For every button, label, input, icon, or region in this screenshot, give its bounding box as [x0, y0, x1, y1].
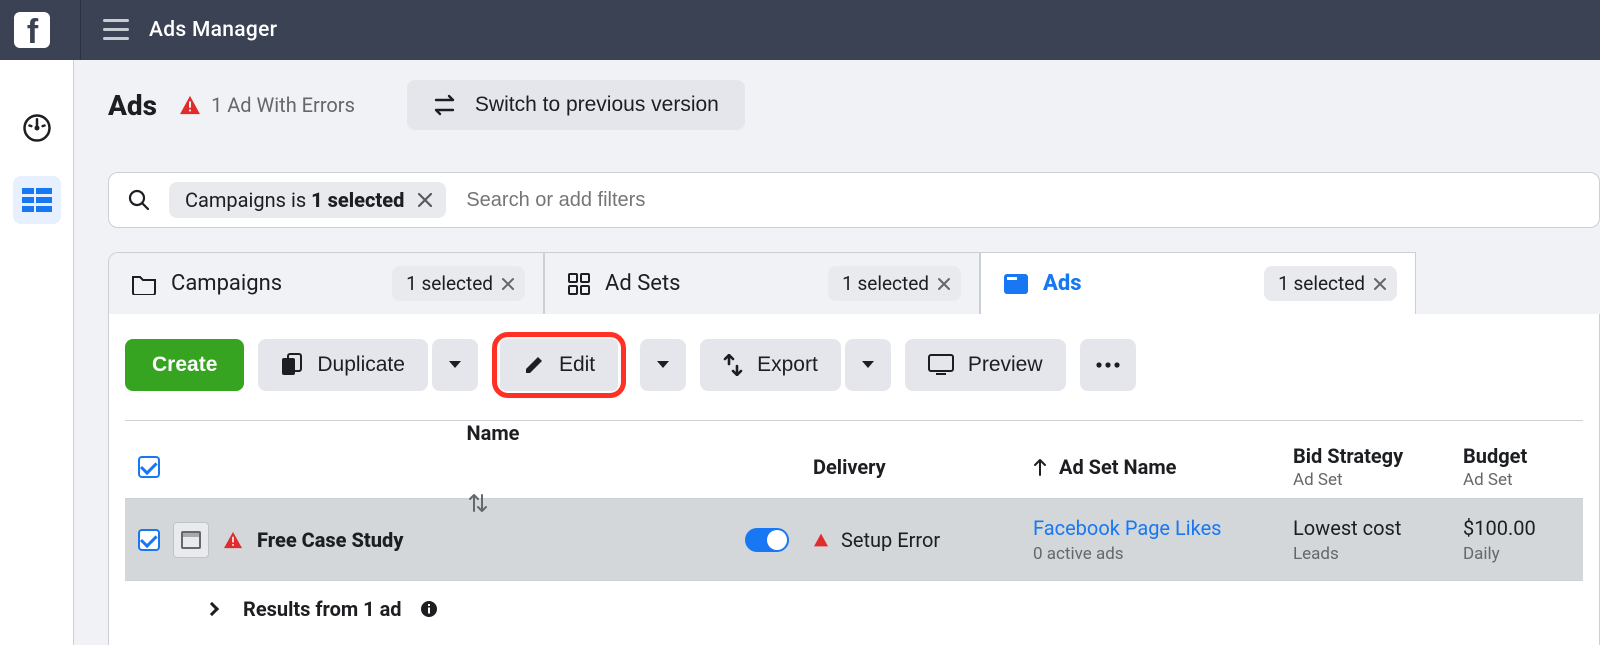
tab-ads[interactable]: Ads 1 selected — [980, 252, 1416, 314]
rail-ads-table-icon[interactable] — [13, 176, 61, 224]
toolbar-wrap: Create Duplicate Edit — [108, 314, 1600, 645]
chevron-down-icon — [448, 360, 462, 370]
export-icon — [723, 354, 743, 376]
ads-table: Name Delivery Ad Set Name Bid StrategyAd… — [125, 420, 1583, 637]
search-bar: Campaigns is 1 selected — [108, 172, 1600, 228]
row-name: Free Case Study — [257, 528, 403, 552]
ad-icon — [1003, 273, 1029, 295]
active-filter-pill[interactable]: Campaigns is 1 selected — [169, 182, 446, 218]
error-text: 1 Ad With Errors — [211, 93, 355, 117]
col-bid[interactable]: Bid Strategy — [1293, 444, 1463, 468]
page-header: Ads 1 Ad With Errors Switch to previous … — [108, 80, 1600, 130]
facebook-logo-icon[interactable] — [14, 12, 50, 48]
chevron-right-icon[interactable] — [205, 602, 219, 616]
top-navbar: Ads Manager — [0, 0, 1600, 60]
row-preview-icon[interactable] — [173, 522, 209, 558]
folder-icon — [131, 273, 157, 295]
edit-button[interactable]: Edit — [500, 339, 618, 391]
left-rail — [0, 60, 74, 645]
tab-label: Ad Sets — [605, 271, 681, 296]
close-icon[interactable] — [416, 191, 434, 209]
preview-icon — [928, 354, 954, 376]
col-budget[interactable]: Budget — [1463, 444, 1600, 468]
switch-version-label: Switch to previous version — [475, 93, 719, 117]
tabs-row: Campaigns 1 selected Ad Sets 1 selected — [108, 252, 1600, 314]
arrow-up-icon[interactable] — [1033, 458, 1047, 476]
pencil-icon — [523, 354, 545, 376]
product-title[interactable]: Ads Manager — [149, 18, 277, 42]
col-delivery[interactable]: Delivery — [813, 455, 1033, 479]
rail-overview-icon[interactable] — [13, 104, 61, 152]
close-icon[interactable] — [937, 277, 951, 291]
preview-button[interactable]: Preview — [905, 339, 1066, 391]
tab-campaigns[interactable]: Campaigns 1 selected — [108, 252, 544, 314]
warning-icon — [179, 95, 201, 115]
main-content: Ads 1 Ad With Errors Switch to previous … — [74, 60, 1600, 645]
filter-value: 1 selected — [311, 188, 404, 212]
summary-row: Results from 1 ad — — [125, 581, 1583, 637]
col-name[interactable]: Name — [467, 421, 520, 445]
export-button[interactable]: Export — [700, 339, 841, 391]
row-adset-link[interactable]: Facebook Page Likes — [1033, 516, 1222, 540]
tab-adsets[interactable]: Ad Sets 1 selected — [544, 252, 980, 314]
chevron-down-icon — [656, 360, 670, 370]
edit-dropdown-button[interactable] — [640, 339, 686, 391]
info-icon[interactable] — [420, 600, 438, 618]
tab-selection-pill[interactable]: 1 selected — [1264, 266, 1397, 301]
row-budget: $100.00 — [1463, 516, 1536, 540]
duplicate-dropdown-button[interactable] — [432, 339, 478, 391]
edit-button-highlight: Edit — [492, 332, 626, 398]
ellipsis-icon — [1096, 362, 1120, 368]
export-dropdown-button[interactable] — [845, 339, 891, 391]
filter-prefix: Campaigns is — [185, 188, 311, 212]
close-icon[interactable] — [501, 277, 515, 291]
summary-text: Results from 1 ad — [243, 597, 402, 621]
page-title: Ads — [108, 89, 157, 122]
more-actions-button[interactable] — [1080, 339, 1136, 391]
grid-icon — [567, 272, 591, 296]
swap-icon — [433, 94, 459, 116]
warning-icon — [223, 531, 243, 549]
search-icon[interactable] — [127, 188, 151, 212]
search-input[interactable] — [464, 188, 1581, 213]
tab-selection-pill[interactable]: 1 selected — [392, 266, 525, 301]
table-header-row: Name Delivery Ad Set Name Bid StrategyAd… — [125, 421, 1583, 499]
create-button[interactable]: Create — [125, 339, 244, 391]
select-all-checkbox[interactable] — [138, 456, 160, 478]
toolbar: Create Duplicate Edit — [125, 332, 1583, 398]
duplicate-button[interactable]: Duplicate — [258, 339, 428, 391]
hamburger-menu-icon[interactable] — [103, 19, 129, 41]
row-adset-sub: 0 active ads — [1033, 544, 1124, 564]
col-adset[interactable]: Ad Set Name — [1059, 455, 1176, 479]
switch-version-button[interactable]: Switch to previous version — [407, 80, 745, 130]
chevron-down-icon — [861, 360, 875, 370]
close-icon[interactable] — [1373, 277, 1387, 291]
warning-icon — [813, 533, 829, 547]
tab-label: Campaigns — [171, 271, 282, 296]
tab-label: Ads — [1043, 271, 1082, 296]
duplicate-icon — [281, 353, 303, 377]
nav-divider — [80, 0, 81, 60]
error-banner[interactable]: 1 Ad With Errors — [179, 93, 355, 117]
row-toggle[interactable] — [745, 528, 789, 552]
row-checkbox[interactable] — [138, 529, 160, 551]
tab-selection-pill[interactable]: 1 selected — [828, 266, 961, 301]
row-bid: Lowest cost — [1293, 516, 1401, 540]
sort-icon[interactable] — [469, 493, 487, 513]
row-delivery: Setup Error — [841, 528, 940, 552]
